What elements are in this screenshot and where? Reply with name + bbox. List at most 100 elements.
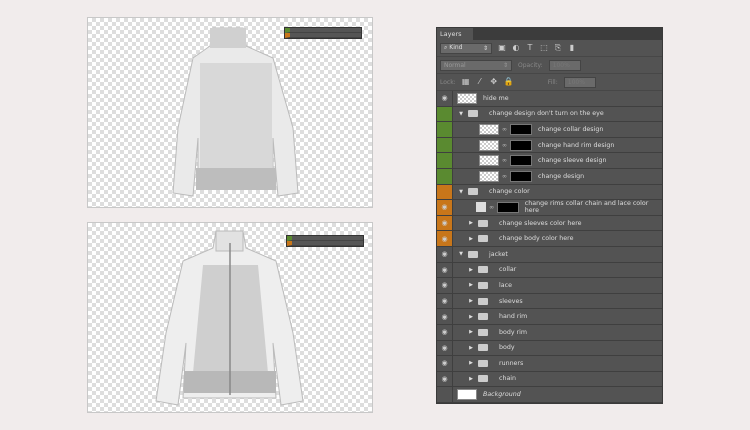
layer-mask-thumbnail bbox=[510, 123, 532, 135]
visibility-eye-icon[interactable] bbox=[437, 387, 453, 402]
layer-row[interactable]: ∞ change design bbox=[437, 168, 662, 185]
filter-kind-select[interactable]: ⌕ Kind ⇕ bbox=[440, 42, 492, 54]
visibility-eye-icon[interactable] bbox=[437, 122, 453, 137]
layer-mask-thumbnail bbox=[510, 139, 532, 151]
folder-icon bbox=[478, 281, 488, 289]
visibility-eye-icon[interactable] bbox=[437, 153, 453, 168]
layer-row[interactable]: ▼ change color bbox=[437, 184, 662, 201]
layer-row[interactable]: ◉ ▶ lace bbox=[437, 278, 662, 294]
filter-toggle-icon[interactable]: ▮ bbox=[568, 44, 576, 52]
visibility-eye-icon[interactable]: ◉ bbox=[437, 262, 453, 278]
pixel-filter-icon[interactable]: ▣ bbox=[498, 44, 506, 52]
visibility-eye-icon[interactable]: ◉ bbox=[437, 200, 453, 215]
layer-row[interactable]: ∞ change collar design bbox=[437, 122, 662, 138]
layer-row[interactable]: ◉ ▶ sleeves bbox=[437, 293, 662, 310]
collapse-right-arrow-icon[interactable]: ▶ bbox=[467, 220, 475, 226]
background-thumbnail bbox=[457, 389, 477, 401]
collapse-right-arrow-icon[interactable]: ▶ bbox=[467, 329, 475, 335]
layer-row[interactable]: ◉ ▶ body rim bbox=[437, 324, 662, 341]
layer-name: change design don't turn on the eye bbox=[489, 110, 604, 118]
layer-mask-thumbnail bbox=[497, 201, 519, 213]
lock-position-icon[interactable]: ✥ bbox=[490, 78, 498, 86]
layer-row[interactable]: ◉ ▶ change body color here bbox=[437, 231, 662, 247]
lock-paint-icon[interactable]: ⁄ bbox=[476, 78, 484, 86]
layer-name: change rims collar chain and lace color … bbox=[524, 200, 649, 215]
fill-color-thumbnail bbox=[476, 202, 487, 213]
folder-icon bbox=[478, 266, 488, 274]
layer-row[interactable]: ▼ change design don't turn on the eye bbox=[437, 106, 662, 123]
collapse-right-arrow-icon[interactable]: ▶ bbox=[467, 360, 475, 366]
layers-tab[interactable]: Layers bbox=[437, 28, 473, 40]
collapse-right-arrow-icon[interactable]: ▶ bbox=[467, 314, 475, 320]
expand-down-arrow-icon[interactable]: ▼ bbox=[457, 111, 465, 117]
blend-mode-select[interactable]: Normal ⇕ bbox=[440, 59, 512, 71]
jacket-front-image bbox=[155, 230, 304, 406]
layer-thumbnail bbox=[457, 92, 477, 104]
visibility-eye-icon[interactable]: ◉ bbox=[437, 246, 453, 262]
visibility-eye-icon[interactable]: ◉ bbox=[437, 91, 453, 106]
layer-name: jacket bbox=[489, 250, 508, 258]
visibility-eye-icon[interactable]: ◉ bbox=[437, 309, 453, 324]
layer-row[interactable]: ◉ hide me bbox=[437, 91, 662, 107]
layer-row[interactable]: ◉ ▶ chain bbox=[437, 371, 662, 388]
layer-thumbnail bbox=[479, 123, 499, 135]
shape-filter-icon[interactable]: ⬚ bbox=[540, 44, 548, 52]
type-filter-icon[interactable]: T bbox=[526, 44, 534, 52]
folder-icon bbox=[478, 344, 488, 352]
visibility-eye-icon[interactable] bbox=[437, 106, 453, 122]
adjustment-filter-icon[interactable]: ◐ bbox=[512, 44, 520, 52]
collapse-right-arrow-icon[interactable]: ▶ bbox=[467, 236, 475, 242]
layer-name: chain bbox=[499, 375, 517, 383]
opacity-field[interactable]: 100% bbox=[548, 59, 581, 71]
visibility-eye-icon[interactable]: ◉ bbox=[437, 278, 453, 293]
visibility-eye-icon[interactable]: ◉ bbox=[437, 231, 453, 246]
visibility-eye-icon[interactable]: ◉ bbox=[437, 293, 453, 309]
visibility-eye-icon[interactable]: ◉ bbox=[437, 324, 453, 340]
expand-down-arrow-icon[interactable]: ▼ bbox=[457, 251, 465, 257]
visibility-eye-icon[interactable] bbox=[437, 137, 453, 153]
folder-icon bbox=[478, 359, 488, 367]
collapse-right-arrow-icon[interactable]: ▶ bbox=[467, 345, 475, 351]
visibility-eye-icon[interactable]: ◉ bbox=[437, 371, 453, 387]
layer-name: body bbox=[499, 344, 515, 352]
layer-row[interactable]: ◉ ▼ jacket bbox=[437, 246, 662, 263]
folder-icon bbox=[478, 328, 488, 336]
layer-row[interactable]: ◉ ∞ change rims collar chain and lace colo… bbox=[437, 200, 662, 216]
visibility-eye-icon[interactable] bbox=[437, 184, 453, 200]
collapse-right-arrow-icon[interactable]: ▶ bbox=[467, 282, 475, 288]
layer-row[interactable]: Background bbox=[437, 387, 662, 403]
layer-row[interactable]: ◉ ▶ change sleeves color here bbox=[437, 215, 662, 232]
expand-down-arrow-icon[interactable]: ▼ bbox=[457, 189, 465, 195]
link-icon: ∞ bbox=[502, 125, 507, 133]
layer-name: change sleeve design bbox=[538, 157, 607, 165]
layer-name: change hand rim design bbox=[538, 141, 615, 149]
layer-name: change design bbox=[538, 172, 585, 180]
fill-field[interactable]: 100% bbox=[563, 76, 596, 88]
lock-transparent-icon[interactable]: ▦ bbox=[462, 78, 470, 86]
collapse-right-arrow-icon[interactable]: ▶ bbox=[467, 298, 475, 304]
layer-row[interactable]: ◉ ▶ collar bbox=[437, 262, 662, 279]
visibility-eye-icon[interactable]: ◉ bbox=[437, 215, 453, 231]
visibility-eye-icon[interactable]: ◉ bbox=[437, 356, 453, 371]
visibility-eye-icon[interactable]: ◉ bbox=[437, 340, 453, 356]
collapse-right-arrow-icon[interactable]: ▶ bbox=[467, 267, 475, 273]
layer-row[interactable]: ∞ change hand rim design bbox=[437, 137, 662, 154]
layer-row[interactable]: ◉ ▶ hand rim bbox=[437, 309, 662, 325]
layer-row[interactable]: ◉ ▶ runners bbox=[437, 356, 662, 372]
smart-object-filter-icon[interactable]: ⎘ bbox=[554, 44, 562, 52]
link-icon: ∞ bbox=[489, 203, 495, 211]
visibility-eye-icon[interactable] bbox=[437, 168, 453, 184]
collapse-right-arrow-icon[interactable]: ▶ bbox=[467, 376, 475, 382]
layer-row[interactable]: ∞ change sleeve design bbox=[437, 153, 662, 169]
lock-all-icon[interactable]: 🔒 bbox=[504, 78, 514, 86]
layer-thumbnail bbox=[479, 139, 499, 151]
layer-name: change body color here bbox=[499, 235, 574, 243]
layer-name: runners bbox=[499, 359, 524, 367]
lock-label: Lock: bbox=[440, 78, 456, 86]
folder-icon bbox=[468, 188, 478, 196]
layer-row[interactable]: ◉ ▶ body bbox=[437, 340, 662, 357]
layer-list: ◉ hide me ▼ change design don't turn on the… bbox=[437, 91, 662, 403]
layers-panel: Layers ⌕ Kind ⇕ ▣ ◐ T ⬚ ⎘ ▮ Normal ⇕ Opaci… bbox=[436, 27, 663, 404]
layer-name: sleeves bbox=[499, 297, 523, 305]
folder-icon bbox=[468, 110, 478, 118]
